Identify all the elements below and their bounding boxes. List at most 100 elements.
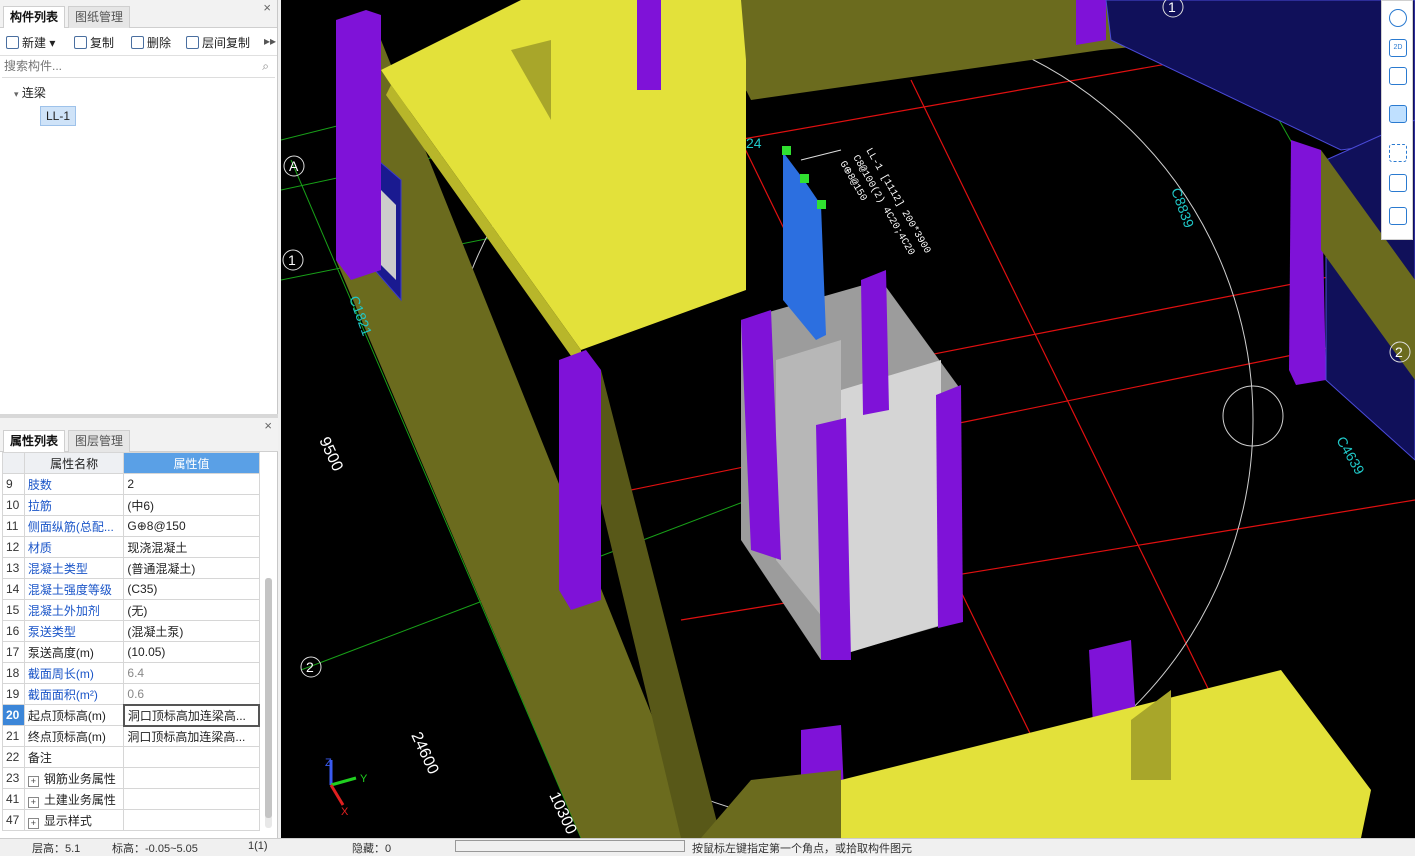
layer-view-icon[interactable]	[1389, 207, 1407, 225]
svg-text:2: 2	[306, 659, 314, 675]
tab-component-list[interactable]: 构件列表	[3, 6, 66, 28]
expand-icon[interactable]: +	[27, 796, 39, 808]
property-value[interactable]	[123, 746, 260, 768]
new-button[interactable]: 新建 ▾	[6, 34, 55, 51]
property-row[interactable]: 21 终点顶标高(m) 洞口顶标高加连梁高...	[2, 725, 260, 747]
property-value[interactable]: 洞口顶标高加连梁高...	[123, 725, 260, 747]
property-value[interactable]: (普通混凝土)	[123, 557, 260, 579]
property-index: 15	[2, 599, 25, 621]
close-icon[interactable]: ×	[263, 0, 271, 15]
property-index: 12	[2, 536, 25, 558]
tab-drawing-management[interactable]: 图纸管理	[68, 6, 131, 28]
fit-view-icon[interactable]	[1389, 144, 1407, 162]
property-name: 材质	[23, 536, 125, 558]
property-row[interactable]: 16 泵送类型 (混凝土泵)	[2, 620, 260, 642]
property-index: 41	[2, 788, 25, 810]
property-index: 14	[2, 578, 25, 600]
property-group-label: 钢筋业务属性	[43, 771, 116, 786]
svg-text:1: 1	[288, 252, 296, 268]
property-value[interactable]: (中6)	[123, 494, 260, 516]
property-row[interactable]: 13 混凝土类型 (普通混凝土)	[2, 557, 260, 579]
status-elevation: 标高：-0.05~5.05	[112, 843, 198, 855]
cube-view-icon[interactable]	[1389, 174, 1407, 192]
model-view[interactable]: LL-1 [1112] 200*3900 C8@100(2) 4C20;4C20…	[281, 0, 1415, 838]
column-top-right	[1076, 0, 1106, 45]
property-value[interactable]: (C35)	[123, 578, 260, 600]
delete-button[interactable]: 删除	[131, 34, 171, 51]
property-name: 泵送类型	[23, 620, 125, 642]
property-name: 备注	[23, 746, 125, 768]
3d-view-icon[interactable]	[1389, 67, 1407, 85]
orbit-icon[interactable]	[1389, 9, 1407, 27]
property-row[interactable]: 12 材质 现浇混凝土	[2, 536, 260, 558]
property-index: 13	[2, 557, 25, 579]
property-value[interactable]: (10.05)	[123, 641, 260, 663]
tree-item-ll1[interactable]: LL-1	[40, 106, 77, 126]
property-row[interactable]: 23 + 钢筋业务属性	[2, 767, 260, 789]
solid-view-icon[interactable]	[1389, 105, 1407, 123]
column-right	[1289, 140, 1326, 385]
property-row[interactable]: 22 备注	[2, 746, 260, 768]
property-index: 9	[2, 473, 25, 495]
property-index: 22	[2, 746, 25, 768]
property-value[interactable]: (混凝土泵)	[123, 620, 260, 642]
component-tree: ▾ 连梁 LL-1	[0, 78, 277, 408]
property-value[interactable]: 2	[123, 473, 260, 495]
3d-viewport[interactable]: LL-1 [1112] 200*3900 C8@100(2) 4C20;4C20…	[281, 0, 1415, 838]
search-icon[interactable]: ⌕	[262, 59, 269, 74]
column-left-top	[336, 10, 381, 280]
property-value[interactable]: G⊕8@150	[123, 515, 260, 537]
copy-button[interactable]: 复制	[74, 34, 114, 51]
property-value[interactable]	[123, 767, 260, 789]
copy-icon	[74, 36, 87, 49]
property-name: 截面面积(m²)	[23, 683, 125, 705]
property-index: 10	[2, 494, 25, 516]
property-index: 47	[2, 809, 25, 831]
property-value[interactable]: (无)	[123, 599, 260, 621]
search-input[interactable]	[2, 56, 242, 76]
property-table: 属性名称 属性值 9 肢数 2 10 拉筋 (中6) 11 侧面纵筋(总配... G⊕8@150…	[2, 452, 261, 831]
status-floor-height: 层高：5.1	[32, 843, 81, 855]
snap-toolbar[interactable]	[455, 840, 685, 852]
property-row[interactable]: 14 混凝土强度等级 (C35)	[2, 578, 260, 600]
floor-copy-button[interactable]: 层间复制	[186, 34, 250, 51]
more-icon[interactable]: ▸▸	[264, 34, 276, 48]
property-row[interactable]: 41 + 土建业务属性	[2, 788, 260, 810]
2d-view-icon[interactable]: 2D	[1389, 39, 1407, 57]
property-row[interactable]: 19 截面面积(m²) 0.6	[2, 683, 260, 705]
property-name: + 土建业务属性	[23, 788, 125, 810]
property-value[interactable]	[123, 788, 260, 810]
property-row[interactable]: 15 混凝土外加剂 (无)	[2, 599, 260, 621]
tab-layer-management[interactable]: 图层管理	[68, 430, 131, 452]
close-icon[interactable]: ×	[264, 418, 272, 433]
expand-icon[interactable]: +	[27, 775, 39, 787]
property-row[interactable]: 20 起点顶标高(m) 洞口顶标高加连梁高...	[2, 703, 261, 727]
property-index: 20	[2, 704, 25, 726]
tree-group-lianliang[interactable]: ▾ 连梁	[14, 84, 46, 101]
property-row[interactable]: 18 截面周长(m) 6.4	[2, 662, 260, 684]
property-value[interactable]	[123, 809, 260, 831]
property-row[interactable]: 10 拉筋 (中6)	[2, 494, 260, 516]
property-value[interactable]: 6.4	[123, 662, 260, 684]
property-row[interactable]: 9 肢数 2	[2, 473, 260, 495]
beam-grip	[817, 200, 826, 209]
status-hint: 按鼠标左键指定第一个角点，或拾取构件图元	[692, 843, 912, 855]
property-index: 16	[2, 620, 25, 642]
property-row[interactable]: 47 + 显示样式	[2, 809, 260, 831]
header-value: 属性值	[123, 452, 260, 474]
property-value[interactable]: 洞口顶标高加连梁高...	[122, 703, 261, 727]
property-name: 终点顶标高(m)	[23, 725, 125, 747]
property-scrollbar[interactable]	[265, 578, 272, 828]
property-row[interactable]: 11 侧面纵筋(总配... G⊕8@150	[2, 515, 260, 537]
property-row[interactable]: 17 泵送高度(m) (10.05)	[2, 641, 260, 663]
tab-property-list[interactable]: 属性列表	[3, 430, 66, 452]
scroll-thumb[interactable]	[265, 578, 272, 818]
status-count: 1(1)	[248, 840, 268, 852]
shaft-column-2	[816, 418, 851, 660]
annotation-leader	[800, 149, 842, 161]
property-value[interactable]: 现浇混凝土	[123, 536, 260, 558]
property-value[interactable]: 0.6	[123, 683, 260, 705]
header-index	[2, 452, 25, 474]
expand-icon[interactable]: +	[27, 817, 39, 829]
beam-grip	[782, 146, 791, 155]
